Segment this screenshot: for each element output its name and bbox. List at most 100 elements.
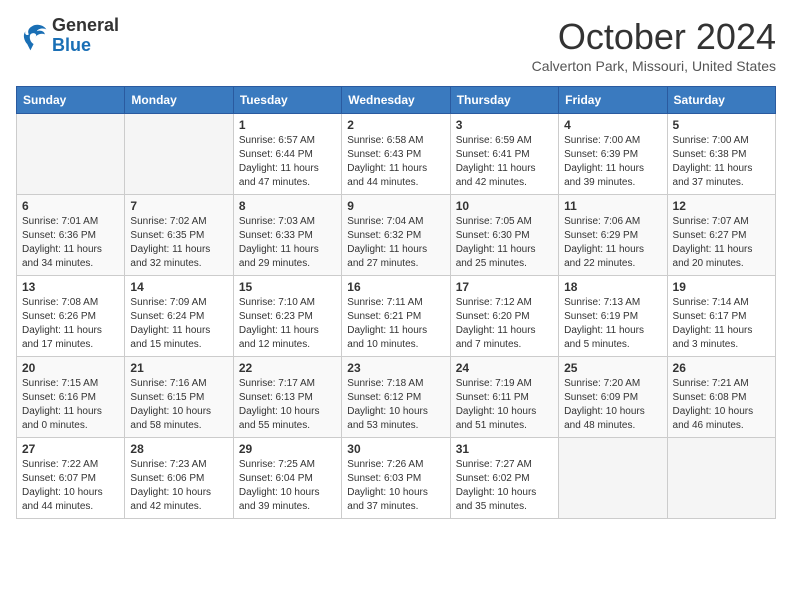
calendar-cell: 25 Sunrise: 7:20 AMSunset: 6:09 PMDayligh… — [559, 357, 667, 438]
day-number: 20 — [22, 361, 119, 375]
logo: General Blue — [16, 16, 119, 56]
calendar-cell: 4 Sunrise: 7:00 AMSunset: 6:39 PMDaylight… — [559, 114, 667, 195]
calendar-table: SundayMondayTuesdayWednesdayThursdayFrid… — [16, 86, 776, 519]
calendar-cell: 30Sunrise: 7:26 AMSunset: 6:03 PMDayligh… — [342, 438, 450, 519]
day-number: 11 — [564, 199, 661, 213]
day-info: Sunrise: 7:22 AMSunset: 6:07 PMDaylight:… — [22, 458, 119, 514]
calendar-cell: 27Sunrise: 7:22 AMSunset: 6:07 PMDayligh… — [17, 438, 125, 519]
page-header: General Blue October 2024 Calverton Park… — [16, 16, 776, 74]
day-number: 26 — [673, 361, 770, 375]
day-number: 1 — [239, 118, 336, 132]
day-info: Sunrise: 7:07 AMSunset: 6:27 PMDaylight:… — [673, 215, 770, 271]
day-number: 7 — [130, 199, 227, 213]
calendar-cell: 7 Sunrise: 7:02 AMSunset: 6:35 PMDaylight… — [125, 195, 233, 276]
day-number: 13 — [22, 280, 119, 294]
day-info: Sunrise: 7:26 AMSunset: 6:03 PMDaylight:… — [347, 458, 444, 514]
calendar-cell: 5 Sunrise: 7:00 AMSunset: 6:38 PMDaylight… — [667, 114, 775, 195]
day-number: 16 — [347, 280, 444, 294]
calendar-week-row: 27Sunrise: 7:22 AMSunset: 6:07 PMDayligh… — [17, 438, 776, 519]
day-info: Sunrise: 7:17 AMSunset: 6:13 PMDaylight:… — [239, 377, 336, 433]
day-number: 14 — [130, 280, 227, 294]
day-number: 18 — [564, 280, 661, 294]
day-info: Sunrise: 7:25 AMSunset: 6:04 PMDaylight:… — [239, 458, 336, 514]
weekday-header-tuesday: Tuesday — [233, 87, 341, 114]
calendar-cell: 21 Sunrise: 7:16 AMSunset: 6:15 PMDayligh… — [125, 357, 233, 438]
day-number: 10 — [456, 199, 553, 213]
day-number: 3 — [456, 118, 553, 132]
day-info: Sunrise: 7:11 AMSunset: 6:21 PMDaylight:… — [347, 296, 444, 352]
logo-icon — [16, 20, 48, 52]
day-number: 22 — [239, 361, 336, 375]
calendar-cell: 1 Sunrise: 6:57 AMSunset: 6:44 PMDaylight… — [233, 114, 341, 195]
day-number: 5 — [673, 118, 770, 132]
day-info: Sunrise: 7:05 AMSunset: 6:30 PMDaylight:… — [456, 215, 553, 271]
day-number: 25 — [564, 361, 661, 375]
calendar-cell: 8Sunrise: 7:03 AMSunset: 6:33 PMDaylight… — [233, 195, 341, 276]
calendar-week-row: 13Sunrise: 7:08 AMSunset: 6:26 PMDayligh… — [17, 276, 776, 357]
calendar-cell: 20 Sunrise: 7:15 AMSunset: 6:16 PMDayligh… — [17, 357, 125, 438]
day-number: 15 — [239, 280, 336, 294]
day-info: Sunrise: 7:06 AMSunset: 6:29 PMDaylight:… — [564, 215, 661, 271]
logo-text-blue: Blue — [52, 36, 119, 56]
day-info: Sunrise: 7:16 AMSunset: 6:15 PMDaylight:… — [130, 377, 227, 433]
day-info: Sunrise: 7:20 AMSunset: 6:09 PMDaylight:… — [564, 377, 661, 433]
day-info: Sunrise: 7:15 AMSunset: 6:16 PMDaylight:… — [22, 377, 119, 433]
day-info: Sunrise: 7:00 AMSunset: 6:39 PMDaylight:… — [564, 134, 661, 190]
day-number: 28 — [130, 442, 227, 456]
weekday-header-friday: Friday — [559, 87, 667, 114]
day-info: Sunrise: 7:23 AMSunset: 6:06 PMDaylight:… — [130, 458, 227, 514]
day-info: Sunrise: 7:12 AMSunset: 6:20 PMDaylight:… — [456, 296, 553, 352]
title-block: October 2024 Calverton Park, Missouri, U… — [532, 16, 776, 74]
calendar-cell: 29 Sunrise: 7:25 AMSunset: 6:04 PMDayligh… — [233, 438, 341, 519]
day-number: 6 — [22, 199, 119, 213]
calendar-cell: 9Sunrise: 7:04 AMSunset: 6:32 PMDaylight… — [342, 195, 450, 276]
calendar-cell — [125, 114, 233, 195]
calendar-cell: 15Sunrise: 7:10 AMSunset: 6:23 PMDayligh… — [233, 276, 341, 357]
calendar-cell — [559, 438, 667, 519]
weekday-header-monday: Monday — [125, 87, 233, 114]
day-info: Sunrise: 7:13 AMSunset: 6:19 PMDaylight:… — [564, 296, 661, 352]
day-number: 19 — [673, 280, 770, 294]
day-number: 31 — [456, 442, 553, 456]
calendar-body: 1 Sunrise: 6:57 AMSunset: 6:44 PMDaylight… — [17, 114, 776, 519]
day-info: Sunrise: 7:19 AMSunset: 6:11 PMDaylight:… — [456, 377, 553, 433]
day-info: Sunrise: 7:03 AMSunset: 6:33 PMDaylight:… — [239, 215, 336, 271]
day-info: Sunrise: 7:18 AMSunset: 6:12 PMDaylight:… — [347, 377, 444, 433]
day-info: Sunrise: 6:57 AMSunset: 6:44 PMDaylight:… — [239, 134, 336, 190]
day-number: 17 — [456, 280, 553, 294]
calendar-cell: 24 Sunrise: 7:19 AMSunset: 6:11 PMDayligh… — [450, 357, 558, 438]
calendar-cell: 26 Sunrise: 7:21 AMSunset: 6:08 PMDayligh… — [667, 357, 775, 438]
day-info: Sunrise: 7:01 AMSunset: 6:36 PMDaylight:… — [22, 215, 119, 271]
calendar-cell: 28 Sunrise: 7:23 AMSunset: 6:06 PMDayligh… — [125, 438, 233, 519]
day-number: 4 — [564, 118, 661, 132]
day-info: Sunrise: 7:09 AMSunset: 6:24 PMDaylight:… — [130, 296, 227, 352]
day-number: 24 — [456, 361, 553, 375]
calendar-cell: 22 Sunrise: 7:17 AMSunset: 6:13 PMDayligh… — [233, 357, 341, 438]
calendar-cell: 18 Sunrise: 7:13 AMSunset: 6:19 PMDayligh… — [559, 276, 667, 357]
calendar-cell: 17 Sunrise: 7:12 AMSunset: 6:20 PMDayligh… — [450, 276, 558, 357]
day-number: 2 — [347, 118, 444, 132]
day-number: 9 — [347, 199, 444, 213]
calendar-cell — [667, 438, 775, 519]
logo-text-general: General — [52, 16, 119, 36]
weekday-header-sunday: Sunday — [17, 87, 125, 114]
calendar-week-row: 6 Sunrise: 7:01 AMSunset: 6:36 PMDaylight… — [17, 195, 776, 276]
calendar-cell: 14 Sunrise: 7:09 AMSunset: 6:24 PMDayligh… — [125, 276, 233, 357]
day-info: Sunrise: 7:27 AMSunset: 6:02 PMDaylight:… — [456, 458, 553, 514]
calendar-cell: 16 Sunrise: 7:11 AMSunset: 6:21 PMDayligh… — [342, 276, 450, 357]
calendar-cell: 6 Sunrise: 7:01 AMSunset: 6:36 PMDaylight… — [17, 195, 125, 276]
calendar-header-row: SundayMondayTuesdayWednesdayThursdayFrid… — [17, 87, 776, 114]
day-number: 21 — [130, 361, 227, 375]
calendar-cell: 19Sunrise: 7:14 AMSunset: 6:17 PMDayligh… — [667, 276, 775, 357]
day-info: Sunrise: 6:58 AMSunset: 6:43 PMDaylight:… — [347, 134, 444, 190]
calendar-cell: 31 Sunrise: 7:27 AMSunset: 6:02 PMDayligh… — [450, 438, 558, 519]
day-info: Sunrise: 7:00 AMSunset: 6:38 PMDaylight:… — [673, 134, 770, 190]
day-info: Sunrise: 7:02 AMSunset: 6:35 PMDaylight:… — [130, 215, 227, 271]
day-number: 12 — [673, 199, 770, 213]
day-number: 29 — [239, 442, 336, 456]
month-title: October 2024 — [532, 16, 776, 58]
calendar-week-row: 1 Sunrise: 6:57 AMSunset: 6:44 PMDaylight… — [17, 114, 776, 195]
day-info: Sunrise: 7:21 AMSunset: 6:08 PMDaylight:… — [673, 377, 770, 433]
calendar-cell — [17, 114, 125, 195]
calendar-cell: 10 Sunrise: 7:05 AMSunset: 6:30 PMDayligh… — [450, 195, 558, 276]
